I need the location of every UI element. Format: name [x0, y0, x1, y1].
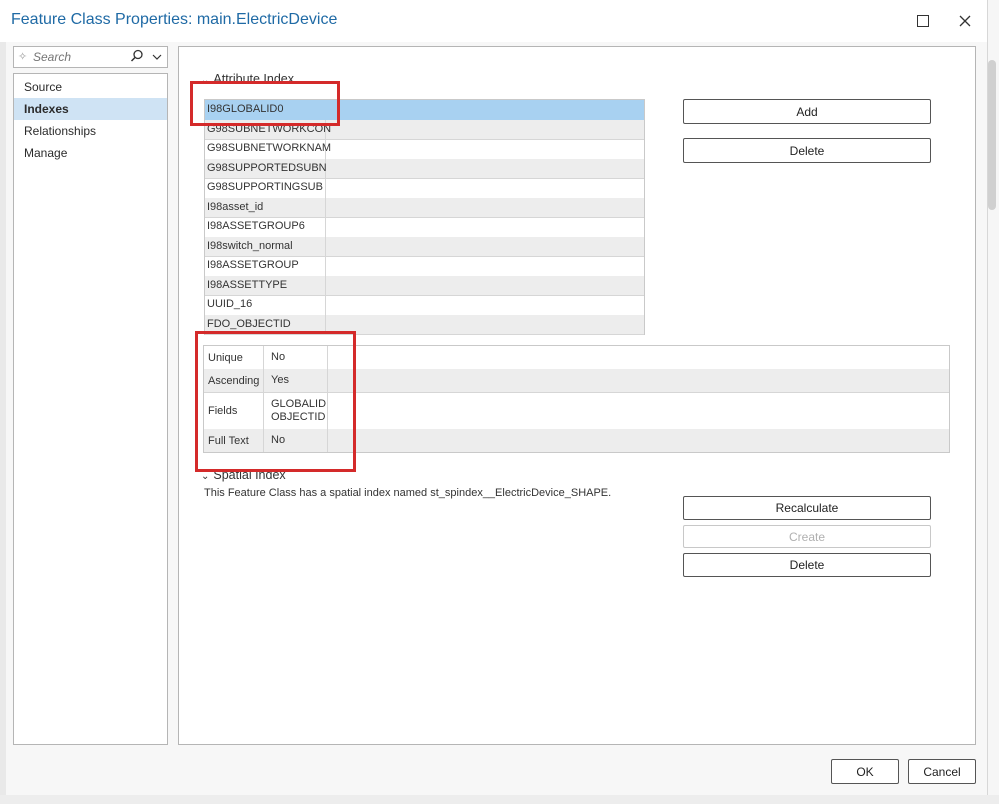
- index-name: I98ASSETGROUP: [205, 256, 326, 276]
- close-button[interactable]: [945, 0, 985, 42]
- index-row[interactable]: UUID_16: [205, 295, 644, 316]
- index-name: I98switch_normal: [205, 236, 326, 256]
- add-index-button[interactable]: Add: [683, 99, 931, 124]
- index-row[interactable]: I98ASSETGROUP6: [205, 217, 644, 238]
- index-row[interactable]: I98ASSETGROUP: [205, 256, 644, 277]
- spatial-index-description: This Feature Class has a spatial index n…: [204, 487, 612, 499]
- cancel-button[interactable]: Cancel: [908, 759, 976, 784]
- sidebar-nav: Source Indexes Relationships Manage: [13, 73, 168, 745]
- maximize-icon: [917, 15, 929, 27]
- sidebar-item-relationships[interactable]: Relationships: [14, 120, 167, 142]
- ok-button[interactable]: OK: [831, 759, 899, 784]
- index-name: I98asset_id: [205, 197, 326, 217]
- index-name: G98SUPPORTINGSUB: [205, 178, 326, 198]
- index-row[interactable]: I98asset_id: [205, 197, 644, 218]
- maximize-button[interactable]: [903, 0, 943, 42]
- delete-spatial-index-button[interactable]: Delete: [683, 553, 931, 577]
- create-button[interactable]: Create: [683, 525, 931, 548]
- chevron-down-icon[interactable]: [152, 51, 162, 65]
- chevron-down-icon: ⌄: [201, 471, 210, 482]
- index-row[interactable]: I98ASSETTYPE: [205, 275, 644, 296]
- sparkle-icon: ✧: [18, 50, 28, 63]
- index-row[interactable]: G98SUPPORTEDSUBN: [205, 158, 644, 179]
- window-title: Feature Class Properties: main.ElectricD…: [11, 11, 338, 28]
- close-icon: [959, 15, 971, 27]
- sidebar-item-indexes[interactable]: Indexes: [14, 98, 167, 120]
- index-name: G98SUPPORTEDSUBN: [205, 158, 327, 178]
- recalculate-button[interactable]: Recalculate: [683, 496, 931, 520]
- search-icon[interactable]: [130, 49, 144, 66]
- index-name: G98SUBNETWORKNAM: [205, 139, 331, 159]
- background-bottom: [0, 795, 999, 804]
- highlight-box-properties: [195, 331, 356, 472]
- delete-index-button[interactable]: Delete: [683, 138, 931, 163]
- sidebar-item-source[interactable]: Source: [14, 76, 167, 98]
- index-row[interactable]: I98switch_normal: [205, 236, 644, 257]
- index-list[interactable]: I98GLOBALID0 G98SUBNETWORKCON G98SUBNETW…: [204, 99, 645, 335]
- highlight-box-index: [190, 81, 340, 126]
- index-name: UUID_16: [205, 295, 326, 315]
- index-row[interactable]: G98SUPPORTINGSUB: [205, 178, 644, 199]
- search-box[interactable]: ✧: [13, 46, 168, 68]
- index-name: I98ASSETTYPE: [205, 275, 326, 295]
- background-scrollbar[interactable]: [988, 60, 996, 210]
- index-name: I98ASSETGROUP6: [205, 217, 326, 237]
- sidebar-item-manage[interactable]: Manage: [14, 142, 167, 164]
- search-input[interactable]: [33, 49, 133, 65]
- index-row[interactable]: G98SUBNETWORKNAM: [205, 139, 644, 160]
- title-bar: Feature Class Properties: main.ElectricD…: [0, 0, 987, 42]
